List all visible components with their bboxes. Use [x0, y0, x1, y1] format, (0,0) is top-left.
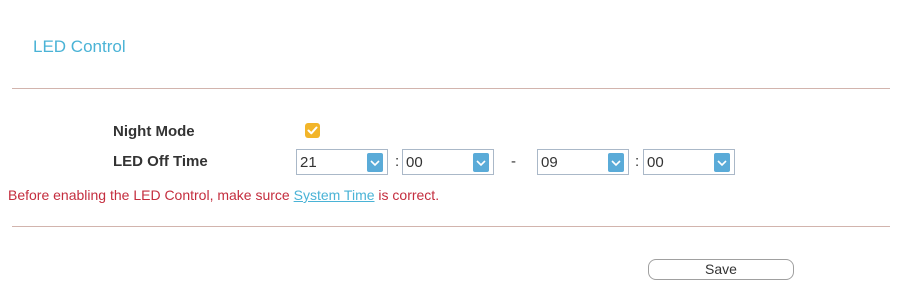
system-time-notice: Before enabling the LED Control, make su… [8, 187, 439, 203]
dropdown-arrow-icon[interactable] [608, 153, 624, 172]
checkmark-icon [307, 126, 318, 135]
night-mode-checkbox[interactable] [305, 123, 320, 138]
night-mode-label: Night Mode [113, 123, 195, 140]
start-minute-select[interactable]: 00 [402, 149, 494, 175]
end-minute-select[interactable]: 00 [643, 149, 735, 175]
divider [12, 88, 890, 89]
notice-text-after: is correct. [374, 187, 440, 203]
time-separator: : [395, 153, 400, 170]
dropdown-arrow-icon[interactable] [367, 153, 383, 172]
end-minute-value: 00 [647, 154, 664, 171]
save-button[interactable]: Save [648, 259, 794, 280]
start-hour-select[interactable]: 21 [296, 149, 388, 175]
led-off-time-label: LED Off Time [113, 153, 208, 170]
start-hour-value: 21 [300, 154, 317, 171]
page-title: LED Control [33, 37, 126, 56]
dropdown-arrow-icon[interactable] [473, 153, 489, 172]
notice-text-before: Before enabling the LED Control, make su… [8, 187, 294, 203]
range-separator: - [511, 153, 516, 170]
time-separator: : [635, 153, 640, 170]
end-hour-select[interactable]: 09 [537, 149, 629, 175]
start-minute-value: 00 [406, 154, 423, 171]
divider [12, 226, 890, 227]
system-time-link[interactable]: System Time [294, 187, 375, 203]
dropdown-arrow-icon[interactable] [714, 153, 730, 172]
end-hour-value: 09 [541, 154, 558, 171]
